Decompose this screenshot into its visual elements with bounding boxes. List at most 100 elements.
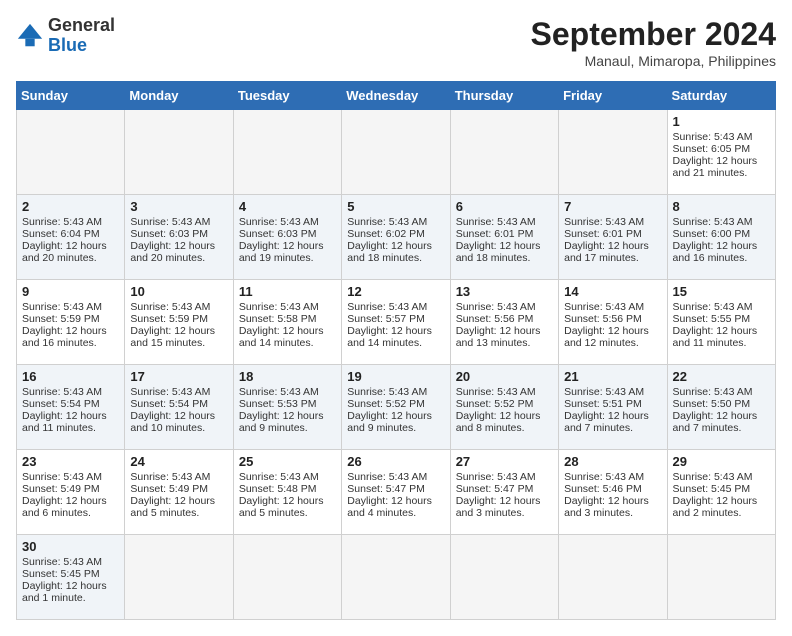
sunset-text: Sunset: 6:03 PM (130, 228, 227, 240)
daylight-text: Daylight: 12 hours and 20 minutes. (130, 240, 227, 264)
calendar-cell: 5Sunrise: 5:43 AMSunset: 6:02 PMDaylight… (342, 195, 450, 280)
daylight-text: Daylight: 12 hours and 18 minutes. (347, 240, 444, 264)
calendar-cell (342, 110, 450, 195)
sunset-text: Sunset: 5:49 PM (22, 483, 119, 495)
day-number: 7 (564, 199, 661, 214)
col-thursday: Thursday (450, 82, 558, 110)
day-number: 19 (347, 369, 444, 384)
day-number: 23 (22, 454, 119, 469)
sunset-text: Sunset: 5:58 PM (239, 313, 336, 325)
day-number: 30 (22, 539, 119, 554)
calendar-cell: 28Sunrise: 5:43 AMSunset: 5:46 PMDayligh… (559, 450, 667, 535)
daylight-text: Daylight: 12 hours and 7 minutes. (564, 410, 661, 434)
calendar-row: 16Sunrise: 5:43 AMSunset: 5:54 PMDayligh… (17, 365, 776, 450)
sunrise-text: Sunrise: 5:43 AM (130, 386, 227, 398)
calendar-cell: 16Sunrise: 5:43 AMSunset: 5:54 PMDayligh… (17, 365, 125, 450)
calendar-cell: 20Sunrise: 5:43 AMSunset: 5:52 PMDayligh… (450, 365, 558, 450)
daylight-text: Daylight: 12 hours and 18 minutes. (456, 240, 553, 264)
sunrise-text: Sunrise: 5:43 AM (239, 216, 336, 228)
col-sunday: Sunday (17, 82, 125, 110)
col-friday: Friday (559, 82, 667, 110)
sunset-text: Sunset: 5:45 PM (673, 483, 770, 495)
day-number: 10 (130, 284, 227, 299)
sunset-text: Sunset: 5:50 PM (673, 398, 770, 410)
sunset-text: Sunset: 5:45 PM (22, 568, 119, 580)
day-number: 29 (673, 454, 770, 469)
calendar-row: 30Sunrise: 5:43 AMSunset: 5:45 PMDayligh… (17, 535, 776, 620)
col-tuesday: Tuesday (233, 82, 341, 110)
calendar-cell: 4 Sunrise: 5:43 AMSunset: 6:03 PMDaylight… (233, 195, 341, 280)
sunrise-text: Sunrise: 5:43 AM (564, 216, 661, 228)
day-number: 4 (239, 199, 336, 214)
daylight-text: Daylight: 12 hours and 16 minutes. (673, 240, 770, 264)
sunset-text: Sunset: 5:59 PM (22, 313, 119, 325)
month-title: September 2024 (531, 16, 776, 53)
day-number: 11 (239, 284, 336, 299)
sunrise-text: Sunrise: 5:43 AM (673, 131, 770, 143)
day-number: 6 (456, 199, 553, 214)
sunset-text: Sunset: 5:52 PM (347, 398, 444, 410)
sunset-text: Sunset: 5:53 PM (239, 398, 336, 410)
calendar-cell: 21Sunrise: 5:43 AMSunset: 5:51 PMDayligh… (559, 365, 667, 450)
calendar-row: 9Sunrise: 5:43 AMSunset: 5:59 PMDaylight… (17, 280, 776, 365)
sunset-text: Sunset: 5:59 PM (130, 313, 227, 325)
sunrise-text: Sunrise: 5:43 AM (347, 301, 444, 313)
daylight-text: Daylight: 12 hours and 4 minutes. (347, 495, 444, 519)
sunrise-text: Sunrise: 5:43 AM (347, 216, 444, 228)
daylight-text: Daylight: 12 hours and 6 minutes. (22, 495, 119, 519)
col-wednesday: Wednesday (342, 82, 450, 110)
calendar-cell (233, 535, 341, 620)
sunrise-text: Sunrise: 5:43 AM (130, 216, 227, 228)
logo: General Blue (16, 16, 115, 56)
day-number: 17 (130, 369, 227, 384)
daylight-text: Daylight: 12 hours and 20 minutes. (22, 240, 119, 264)
sunset-text: Sunset: 6:01 PM (456, 228, 553, 240)
sunset-text: Sunset: 5:54 PM (22, 398, 119, 410)
sunset-text: Sunset: 5:56 PM (456, 313, 553, 325)
sunrise-text: Sunrise: 5:43 AM (130, 471, 227, 483)
calendar-cell (450, 535, 558, 620)
sunrise-text: Sunrise: 5:43 AM (239, 301, 336, 313)
calendar-cell: 23Sunrise: 5:43 AMSunset: 5:49 PMDayligh… (17, 450, 125, 535)
daylight-text: Daylight: 12 hours and 2 minutes. (673, 495, 770, 519)
sunrise-text: Sunrise: 5:43 AM (22, 301, 119, 313)
location: Manaul, Mimaropa, Philippines (531, 53, 776, 69)
sunrise-text: Sunrise: 5:43 AM (673, 301, 770, 313)
calendar-cell: 12Sunrise: 5:43 AMSunset: 5:57 PMDayligh… (342, 280, 450, 365)
sunrise-text: Sunrise: 5:43 AM (456, 471, 553, 483)
daylight-text: Daylight: 12 hours and 14 minutes. (347, 325, 444, 349)
calendar-cell: 2Sunrise: 5:43 AMSunset: 6:04 PMDaylight… (17, 195, 125, 280)
day-number: 16 (22, 369, 119, 384)
calendar-cell: 25Sunrise: 5:43 AMSunset: 5:48 PMDayligh… (233, 450, 341, 535)
sunrise-text: Sunrise: 5:43 AM (564, 471, 661, 483)
day-number: 28 (564, 454, 661, 469)
calendar-cell: 3 Sunrise: 5:43 AMSunset: 6:03 PMDaylight… (125, 195, 233, 280)
sunset-text: Sunset: 5:54 PM (130, 398, 227, 410)
sunrise-text: Sunrise: 5:43 AM (22, 556, 119, 568)
daylight-text: Daylight: 12 hours and 5 minutes. (130, 495, 227, 519)
day-number: 1 (673, 114, 770, 129)
logo-text: General Blue (48, 16, 115, 56)
daylight-text: Daylight: 12 hours and 19 minutes. (239, 240, 336, 264)
calendar-cell: 17Sunrise: 5:43 AMSunset: 5:54 PMDayligh… (125, 365, 233, 450)
day-number: 18 (239, 369, 336, 384)
day-number: 22 (673, 369, 770, 384)
sunset-text: Sunset: 5:51 PM (564, 398, 661, 410)
sunrise-text: Sunrise: 5:43 AM (130, 301, 227, 313)
day-number: 13 (456, 284, 553, 299)
col-monday: Monday (125, 82, 233, 110)
calendar-table: Sunday Monday Tuesday Wednesday Thursday… (16, 81, 776, 620)
daylight-text: Daylight: 12 hours and 3 minutes. (564, 495, 661, 519)
sunrise-text: Sunrise: 5:43 AM (22, 216, 119, 228)
title-block: September 2024 Manaul, Mimaropa, Philipp… (531, 16, 776, 69)
day-number: 3 (130, 199, 227, 214)
sunset-text: Sunset: 6:03 PM (239, 228, 336, 240)
calendar-cell: 13Sunrise: 5:43 AMSunset: 5:56 PMDayligh… (450, 280, 558, 365)
sunrise-text: Sunrise: 5:43 AM (673, 216, 770, 228)
calendar-cell: 10Sunrise: 5:43 AMSunset: 5:59 PMDayligh… (125, 280, 233, 365)
day-number: 2 (22, 199, 119, 214)
calendar-cell: 30Sunrise: 5:43 AMSunset: 5:45 PMDayligh… (17, 535, 125, 620)
calendar-cell (450, 110, 558, 195)
header-row: Sunday Monday Tuesday Wednesday Thursday… (17, 82, 776, 110)
calendar-cell: 11Sunrise: 5:43 AMSunset: 5:58 PMDayligh… (233, 280, 341, 365)
